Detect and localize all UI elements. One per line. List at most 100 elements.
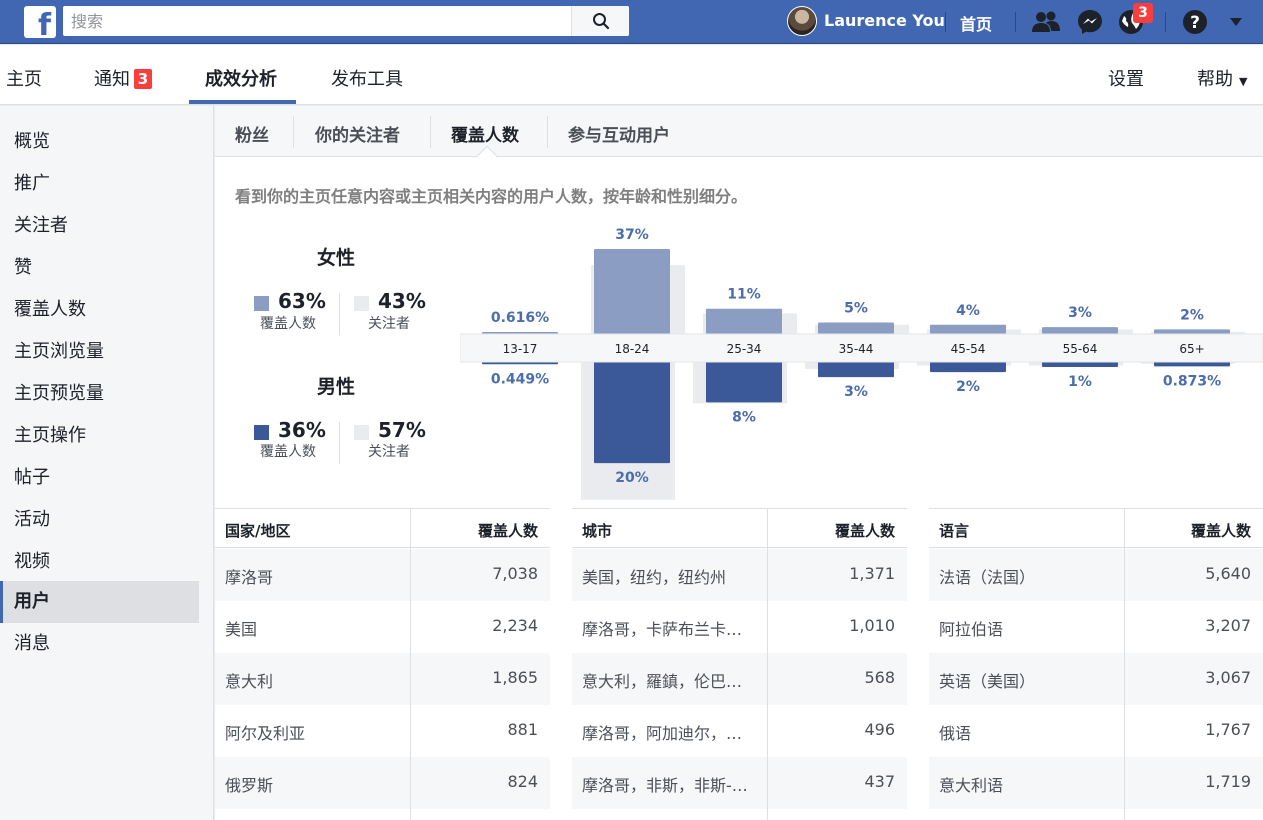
- age-category-label: 35-44: [839, 342, 874, 356]
- city-table: 城市 覆盖人数 美国，纽约，纽约州 1,371 摩洛哥，卡萨布兰卡… 1,010 意…: [572, 508, 907, 820]
- female-reach-label: 37%: [615, 227, 649, 243]
- help-label: 帮助: [1197, 69, 1233, 90]
- reach-value: 881: [507, 720, 538, 739]
- nav-tab-publishing-tools[interactable]: 发布工具: [331, 65, 403, 91]
- nav-tab-home[interactable]: 主页: [6, 65, 42, 91]
- male-reach-bar: [1042, 362, 1118, 368]
- city-name: 摩洛哥，阿加迪尔，…: [582, 724, 743, 743]
- sidebar-item-promotions[interactable]: 推广: [0, 163, 199, 205]
- column-header-city[interactable]: 城市: [582, 520, 612, 541]
- chevron-down-icon: ▼: [1239, 75, 1248, 88]
- column-header-reach[interactable]: 覆盖人数: [835, 520, 895, 541]
- column-divider: [1124, 508, 1125, 820]
- subtab-your-followers[interactable]: 你的关注者: [315, 121, 400, 146]
- female-reach-label: 5%: [844, 301, 868, 317]
- sidebar-item-posts[interactable]: 帖子: [0, 457, 199, 499]
- main-panel: 粉丝 你的关注者 覆盖人数 参与互动用户 看到你的主页任意内容或主页相关内容的用…: [215, 106, 1263, 820]
- account-menu-caret-icon[interactable]: [1222, 8, 1250, 36]
- sidebar-item-page-previews[interactable]: 主页预览量: [0, 373, 199, 415]
- age-category-label: 55-64: [1063, 342, 1098, 356]
- reach-value: 1,865: [492, 668, 538, 687]
- column-header-reach[interactable]: 覆盖人数: [478, 520, 538, 541]
- facebook-logo-icon[interactable]: f: [24, 6, 56, 41]
- sidebar-item-messages[interactable]: 消息: [0, 623, 199, 665]
- reach-value: 437: [864, 772, 895, 791]
- language-name: 阿拉伯语: [939, 620, 1004, 639]
- city-name: 摩洛哥，非斯，非斯-…: [582, 776, 748, 795]
- female-reach-label: 0.616%: [491, 310, 549, 326]
- city-name: 美国，纽约，纽约州: [582, 568, 727, 587]
- language-name: 俄语: [939, 724, 972, 743]
- sidebar-item-page-views[interactable]: 主页浏览量: [0, 331, 199, 373]
- friend-requests-icon[interactable]: [1032, 8, 1060, 36]
- user-name-link[interactable]: Laurence You: [824, 11, 945, 30]
- column-header-reach[interactable]: 覆盖人数: [1191, 520, 1251, 541]
- subtab-reach[interactable]: 覆盖人数: [451, 121, 519, 146]
- table-row: 摩洛哥，阿加迪尔，… 496: [572, 705, 907, 757]
- subtab-fans[interactable]: 粉丝: [235, 121, 269, 146]
- female-reach-bar: [1042, 327, 1118, 334]
- table-row: 法语（法国） 5,640: [929, 549, 1263, 601]
- female-reach-bar: [706, 308, 782, 334]
- table-row: 美国 2,234: [215, 601, 550, 653]
- table-row: 意大利，羅鎮，伦巴… 568: [572, 653, 907, 705]
- female-reach-label: 覆盖人数: [260, 316, 316, 332]
- table-header: 城市 覆盖人数: [572, 508, 907, 548]
- male-reach-label: 1%: [1068, 374, 1092, 390]
- avatar[interactable]: [787, 6, 817, 36]
- divider: [1015, 12, 1016, 32]
- sidebar-item-videos[interactable]: 视频: [0, 541, 199, 583]
- table-row: 意大利 1,865: [215, 653, 550, 705]
- subtab-engaged-users[interactable]: 参与互动用户: [568, 121, 670, 146]
- female-reach-pct: 63%: [278, 289, 326, 313]
- table-row: 阿拉伯语 3,207: [929, 601, 1263, 653]
- sidebar-item-likes[interactable]: 赞: [0, 247, 199, 289]
- sidebar-item-overview[interactable]: 概览: [0, 121, 199, 163]
- male-reach-bar: [594, 362, 670, 464]
- male-reach-label: 2%: [956, 379, 980, 395]
- male-reach-bar: [930, 362, 1006, 373]
- help-menu[interactable]: 帮助 ▼: [1197, 65, 1247, 91]
- search-input[interactable]: [71, 10, 551, 32]
- table-row: 美国，纽约，纽约州 1,371: [572, 549, 907, 601]
- female-title: 女性: [317, 247, 356, 269]
- sidebar-item-events[interactable]: 活动: [0, 499, 199, 541]
- nav-tab-notifications[interactable]: 通知 3: [94, 65, 152, 91]
- nav-tab-label: 通知: [94, 69, 130, 90]
- sidebar-item-people[interactable]: 用户: [0, 581, 199, 623]
- sidebar-item-followers[interactable]: 关注者: [0, 205, 199, 247]
- column-header-country[interactable]: 国家/地区: [225, 520, 290, 541]
- country-name: 摩洛哥: [225, 568, 274, 587]
- table-header: 语言 覆盖人数: [929, 508, 1263, 548]
- male-reach-label: 3%: [844, 384, 868, 400]
- messenger-icon[interactable]: [1076, 8, 1104, 36]
- female-reach-bar: [930, 324, 1006, 334]
- reach-value: 2,234: [492, 616, 538, 635]
- help-icon[interactable]: ?: [1181, 8, 1209, 36]
- search-icon: [592, 13, 609, 30]
- male-reach-bar: [706, 362, 782, 403]
- svg-text:?: ?: [1190, 13, 1200, 33]
- notify-badge: 3: [134, 69, 152, 89]
- table-row: 意大利语 1,719: [929, 757, 1263, 809]
- divider: [945, 12, 946, 32]
- male-reach-label: 20%: [615, 470, 649, 486]
- reach-value: 1,767: [1205, 720, 1251, 739]
- table-row: 英语（美国） 3,067: [929, 653, 1263, 705]
- column-divider: [410, 508, 411, 820]
- top-bar: f Laurence You 首页 3: [0, 0, 1263, 44]
- female-follower-swatch: [354, 296, 369, 311]
- sidebar-item-reach[interactable]: 覆盖人数: [0, 289, 199, 331]
- divider: [547, 116, 548, 148]
- sidebar-item-page-actions[interactable]: 主页操作: [0, 415, 199, 457]
- column-header-language[interactable]: 语言: [939, 520, 969, 541]
- male-follower-swatch: [354, 425, 369, 440]
- search-button[interactable]: [571, 6, 629, 36]
- page-nav: 主页 通知 3 成效分析 发布工具 设置 帮助 ▼: [0, 45, 1263, 105]
- home-link[interactable]: 首页: [960, 11, 992, 35]
- settings-link[interactable]: 设置: [1108, 65, 1144, 91]
- country-table: 国家/地区 覆盖人数 摩洛哥 7,038 美国 2,234 意大利 1,865 阿尔及…: [215, 508, 550, 820]
- reach-value: 3,207: [1205, 616, 1251, 635]
- reach-value: 496: [864, 720, 895, 739]
- nav-tab-insights[interactable]: 成效分析: [205, 65, 277, 91]
